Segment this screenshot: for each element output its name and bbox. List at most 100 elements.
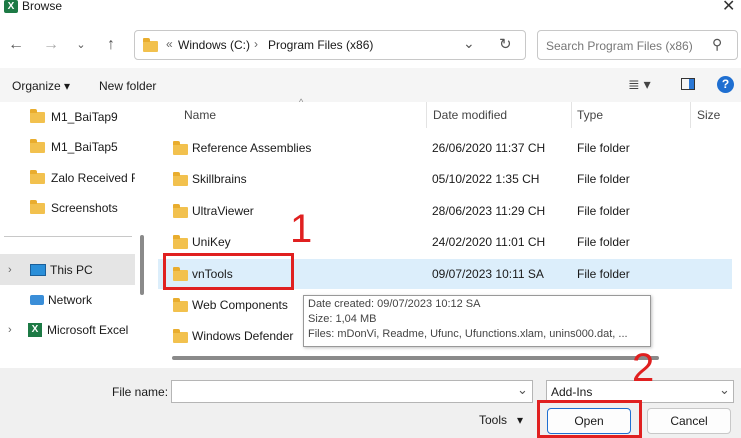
step-number-2: 2 — [632, 346, 655, 390]
folder-icon — [30, 138, 45, 153]
breadcrumb-windows-c[interactable]: Windows (C:) — [178, 38, 250, 52]
cancel-button[interactable]: Cancel — [647, 408, 731, 434]
tooltip-size: Size: 1,04 MB — [308, 313, 377, 325]
sidebar-divider — [4, 236, 132, 237]
breadcrumb-separator: › — [254, 37, 258, 51]
chevron-right-icon[interactable]: › — [8, 264, 12, 276]
sidebar-item-label: Microsoft Excel — [47, 323, 129, 337]
file-name: Web Components — [192, 298, 288, 312]
column-divider[interactable] — [571, 102, 572, 128]
folder-info-tooltip: Date created: 09/07/2023 10:12 SA Size: … — [303, 295, 651, 347]
search-box[interactable]: Search Program Files (x86) ⚲ — [537, 30, 738, 60]
folder-icon — [30, 169, 45, 184]
sidebar-item-m1-baitap5[interactable]: M1_BaiTap5 — [0, 132, 135, 162]
file-name: Windows Defender — [192, 329, 294, 343]
file-name: UltraViewer — [192, 204, 254, 218]
step-number-1: 1 — [290, 207, 313, 251]
column-header-type[interactable]: Type — [577, 102, 603, 128]
sidebar-item-label: Network — [48, 293, 93, 307]
column-divider[interactable] — [426, 102, 427, 128]
file-date: 24/02/2020 11:01 CH — [432, 235, 546, 249]
folder-icon — [173, 172, 188, 186]
organize-button[interactable]: Organize ▾ — [12, 79, 70, 93]
highlight-box-vntools — [163, 253, 294, 290]
tools-menu[interactable]: Tools ▾ — [479, 413, 523, 427]
navigation-pane: M1_BaiTap9 M1_BaiTap5 Zalo Received File… — [0, 102, 148, 368]
file-name: UniKey — [192, 235, 231, 249]
close-icon[interactable]: ✕ — [722, 0, 735, 16]
file-type: File folder — [577, 141, 630, 155]
forward-arrow-icon[interactable]: → — [40, 34, 62, 56]
search-input[interactable]: Search Program Files (x86) — [546, 39, 693, 53]
file-date: 05/10/2022 1:35 CH — [432, 172, 540, 186]
file-name: Reference Assemblies — [192, 141, 312, 155]
file-type: File folder — [577, 235, 630, 249]
window-title: Browse — [22, 0, 63, 13]
sidebar-item-network[interactable]: Network — [0, 285, 135, 315]
file-row[interactable]: UltraViewer 28/06/2023 11:29 CH File fol… — [158, 196, 732, 226]
column-header-size[interactable]: Size — [697, 102, 720, 128]
new-folder-button[interactable]: New folder — [99, 79, 156, 93]
folder-icon — [143, 38, 158, 52]
excel-app-icon: X — [4, 0, 18, 13]
tooltip-date-created: Date created: 09/07/2023 10:12 SA — [308, 298, 481, 310]
sidebar-item-label: This PC — [50, 262, 93, 277]
file-date: 09/07/2023 10:11 SA — [432, 267, 544, 281]
sidebar-item-m1-baitap9[interactable]: M1_BaiTap9 — [0, 102, 135, 132]
file-row[interactable]: Reference Assemblies 26/06/2020 11:37 CH… — [158, 133, 732, 163]
file-name-input[interactable]: ⌄ — [171, 380, 533, 403]
folder-icon — [30, 108, 45, 123]
file-date: 26/06/2020 11:37 CH — [432, 141, 546, 155]
sidebar-scrollbar[interactable] — [140, 235, 144, 295]
recent-locations-chevron-icon[interactable]: ⌄ — [70, 34, 92, 56]
file-type: File folder — [577, 172, 630, 186]
up-arrow-icon[interactable]: ↑ — [100, 34, 122, 56]
help-icon[interactable]: ? — [717, 76, 734, 93]
column-header-name[interactable]: Name — [184, 102, 216, 128]
chevron-down-icon[interactable]: ⌄ — [517, 382, 528, 398]
sidebar-item-microsoft-excel[interactable]: › X Microsoft Excel — [0, 315, 135, 345]
overflow-chevron[interactable]: « — [166, 37, 173, 51]
chevron-down-icon[interactable]: ⌄ — [719, 382, 730, 398]
sidebar-item-screenshots[interactable]: Screenshots — [0, 193, 135, 223]
file-type: File folder — [577, 267, 630, 281]
monitor-icon — [30, 263, 46, 276]
tooltip-files: Files: mDonVi, Readme, Ufunc, Ufunctions… — [308, 328, 628, 340]
highlight-box-open — [537, 400, 642, 438]
horizontal-scrollbar[interactable] — [172, 356, 659, 360]
search-icon[interactable]: ⚲ — [712, 36, 722, 53]
file-row[interactable]: Skillbrains 05/10/2022 1:35 CH File fold… — [158, 164, 732, 194]
file-date: 28/06/2023 11:29 CH — [432, 204, 546, 218]
address-bar[interactable]: « Windows (C:) › Program Files (x86) ⌄ ↻ — [134, 30, 526, 60]
view-options-icon[interactable]: ≣ ▾ — [628, 76, 651, 93]
title-bar: X Browse ✕ — [0, 0, 741, 24]
folder-icon — [173, 204, 188, 218]
sidebar-item-this-pc[interactable]: › This PC — [0, 254, 135, 285]
column-header-date-modified[interactable]: Date modified — [433, 102, 507, 128]
preview-pane-icon[interactable] — [681, 78, 695, 90]
sidebar-item-label: Screenshots — [51, 201, 118, 215]
file-type-filter-value: Add-Ins — [551, 385, 593, 399]
chevron-right-icon[interactable]: › — [8, 324, 12, 336]
refresh-icon[interactable]: ↻ — [499, 35, 512, 53]
folder-icon — [173, 141, 188, 155]
folder-icon — [173, 235, 188, 249]
back-arrow-icon[interactable]: ← — [5, 34, 27, 56]
network-icon — [30, 295, 44, 305]
command-toolbar: Organize ▾ New folder ≣ ▾ ? — [0, 68, 741, 102]
folder-icon — [173, 329, 188, 343]
sidebar-item-label: Zalo Received Files — [51, 171, 135, 185]
folder-icon — [30, 199, 45, 214]
file-name: Skillbrains — [192, 172, 247, 186]
file-type: File folder — [577, 204, 630, 218]
sidebar-item-zalo-received-files[interactable]: Zalo Received Files — [0, 163, 135, 193]
sidebar-item-label: M1_BaiTap9 — [51, 110, 118, 124]
sort-up-icon: ^ — [299, 97, 304, 107]
breadcrumb-program-files-x86[interactable]: Program Files (x86) — [268, 38, 373, 52]
column-divider[interactable] — [690, 102, 691, 128]
address-dropdown-icon[interactable]: ⌄ — [463, 35, 475, 52]
sidebar-item-label: M1_BaiTap5 — [51, 140, 118, 154]
excel-icon: X — [28, 323, 42, 337]
file-name-label: File name: — [112, 385, 169, 399]
folder-icon — [173, 298, 188, 312]
